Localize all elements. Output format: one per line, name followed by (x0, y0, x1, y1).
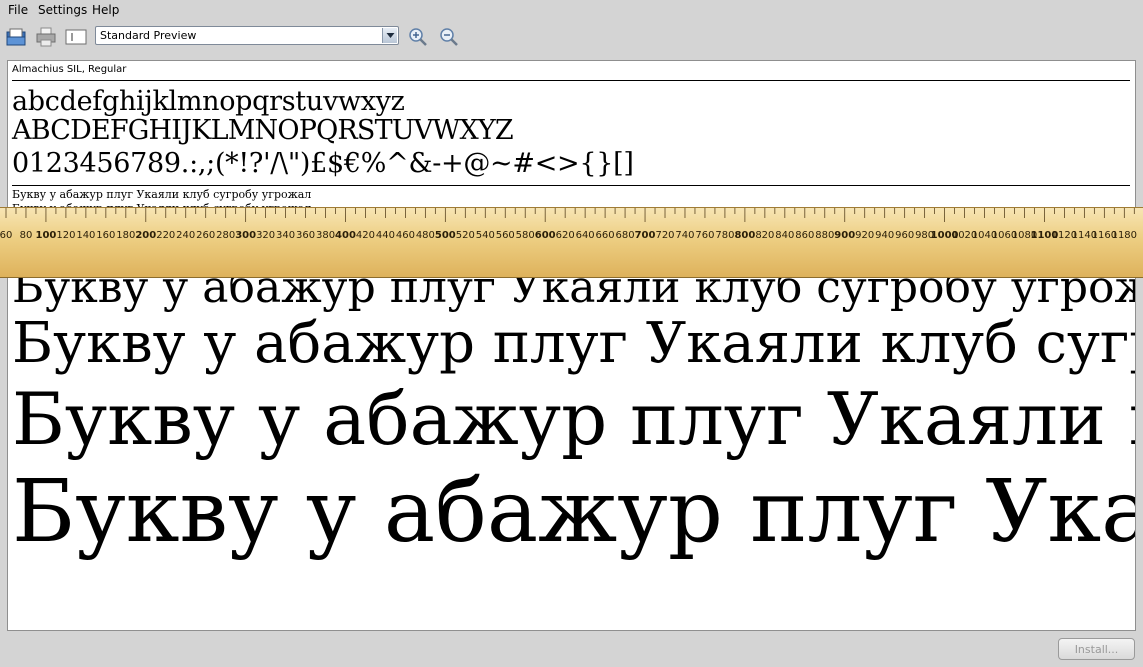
ruler-tick-label: 1180 (1112, 230, 1137, 241)
ruler-tick-label: 240 (176, 230, 195, 241)
ruler-tick-label: 480 (416, 230, 435, 241)
font-name-label: Almachius SIL, Regular (12, 64, 127, 75)
ruler-tick-label: 760 (695, 230, 714, 241)
print-icon (36, 27, 56, 47)
ruler-tick-label: 280 (216, 230, 235, 241)
menu-file[interactable]: File (8, 3, 28, 17)
ruler-tick-label: 940 (875, 230, 894, 241)
sample-text-small: Букву у абажур плуг Укаяли клуб сугробу … (12, 188, 312, 201)
ruler-tick-label: 160 (96, 230, 115, 241)
ruler-tick-label: 840 (775, 230, 794, 241)
lowercase-sample: abcdefghijklmnopqrstuvwxyz (12, 86, 405, 117)
ruler-tick-label: 80 (20, 230, 33, 241)
ruler-tick-label: 740 (675, 230, 694, 241)
ruler-tick-label: 500 (435, 230, 456, 241)
ruler-tick-label: 880 (815, 230, 834, 241)
ruler-tick-label: 200 (135, 230, 156, 241)
sample-text-size-2: Букву у абажур плуг Укаяли клуб сугробу … (12, 311, 1135, 376)
ruler-tick-label: 600 (535, 230, 556, 241)
font-preview-panel: Almachius SIL, Regular abcdefghijklmnopq… (7, 60, 1136, 631)
ruler-tick-label: 640 (576, 230, 595, 241)
ruler-tick-label: 180 (116, 230, 135, 241)
preview-mode-value: Standard Preview (100, 29, 197, 42)
sample-text-size-4: Букву у абажур плуг Укаяли клуб сугробу … (12, 462, 1136, 562)
zoom-in-button[interactable] (406, 25, 430, 49)
uppercase-sample: ABCDEFGHIJKLMNOPQRSTUVWXYZ (12, 115, 514, 146)
ruler-tick-label: 620 (556, 230, 575, 241)
ruler-tick-label: 360 (296, 230, 315, 241)
ruler-tick-label: 100 (36, 230, 57, 241)
ruler-tick-label: 960 (895, 230, 914, 241)
ruler-tick-label: 720 (655, 230, 674, 241)
ruler-tick-label: 300 (235, 230, 256, 241)
ruler-tick-label: 220 (156, 230, 175, 241)
open-button[interactable] (4, 25, 28, 49)
ruler-tick-label: 920 (855, 230, 874, 241)
ruler-tick-label: 400 (335, 230, 356, 241)
ruler-tick-label: 340 (276, 230, 295, 241)
open-icon (6, 28, 26, 46)
divider (12, 185, 1130, 186)
ruler-tick-label: 140 (76, 230, 95, 241)
ruler-tick-label: 700 (635, 230, 656, 241)
dropdown-arrow[interactable] (382, 28, 397, 43)
sample-text-size-3: Букву у абажур плуг Укаяли клуб сугробу … (12, 377, 1135, 461)
ruler-tick-label: 860 (795, 230, 814, 241)
menu-settings[interactable]: Settings (38, 3, 87, 17)
digits-symbols-sample: 0123456789.:,;(*!?'/\")£$€%^&-+@~#<>{}[] (12, 148, 634, 179)
ruler-tick-label: 320 (256, 230, 275, 241)
ruler-tick-label: 900 (834, 230, 855, 241)
ruler-tick-label: 520 (456, 230, 475, 241)
install-button[interactable]: Install... (1058, 638, 1135, 660)
ruler-tick-label: 800 (734, 230, 755, 241)
ruler-tick-label: 380 (316, 230, 335, 241)
zoom-in-icon (409, 28, 427, 46)
ruler-tick-label: 420 (356, 230, 375, 241)
ruler-tick-label: 820 (755, 230, 774, 241)
ruler-tick-label: 260 (196, 230, 215, 241)
ruler-tick-label: 460 (396, 230, 415, 241)
chevron-down-icon (386, 33, 394, 38)
ruler-tick-label: 680 (616, 230, 635, 241)
menu-bar: File Settings Help (0, 0, 1143, 20)
zoom-out-button[interactable] (437, 25, 461, 49)
ruler-tick-label: 540 (476, 230, 495, 241)
ruler-tick-label: 120 (56, 230, 75, 241)
page-icon (65, 29, 87, 45)
ruler-tick-label: 560 (496, 230, 515, 241)
ruler-tick-label: 580 (516, 230, 535, 241)
preview-mode-select[interactable]: Standard Preview (95, 26, 399, 45)
ruler-tick-label: 60 (0, 230, 12, 241)
screen-ruler[interactable]: 60 80 100 120 140 160 180 200 220 240 260 280 300 320… (0, 207, 1143, 278)
ruler-tick-label: 660 (596, 230, 615, 241)
ruler-ticks: 60 80 100 120 140 160 180 200 220 240 260 280 300 320… (0, 208, 1137, 241)
zoom-out-icon (440, 28, 458, 46)
divider (12, 80, 1130, 81)
ruler-tick-label: 780 (715, 230, 734, 241)
ruler-tick-label: 440 (376, 230, 395, 241)
print-button[interactable] (34, 25, 58, 49)
page-number-button[interactable] (64, 25, 88, 49)
menu-help[interactable]: Help (92, 3, 119, 17)
